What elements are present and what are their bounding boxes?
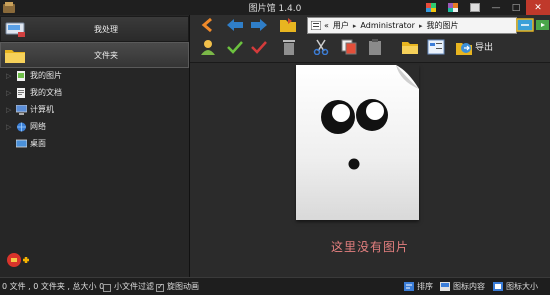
delete-icon[interactable]	[280, 39, 298, 55]
cut-icon[interactable]	[312, 39, 330, 55]
nav-button-processing[interactable]: 我处理	[0, 16, 189, 42]
expand-icon[interactable]: ▷	[6, 72, 16, 80]
sidebar: 我处理 文件夹 ▷ 我的图片 ▷ 我的文档 ▷ 计算机 ▷ 网络 桌面	[0, 15, 190, 277]
tree-item-pictures[interactable]: ▷ 我的图片	[0, 67, 189, 84]
checkbox-box[interactable]	[156, 282, 164, 292]
empty-page-illustration	[296, 65, 419, 220]
address-bar[interactable]: « 用户 ▸ Administrator ▸ 我的图片	[307, 17, 517, 34]
sort-button[interactable]: 排序	[404, 281, 433, 292]
checkbox-label: 旋图动画	[167, 282, 199, 291]
address-separator-icon[interactable]: ▸	[353, 22, 357, 30]
icon-content-button[interactable]: 图标内容	[440, 281, 485, 292]
theme-icon[interactable]	[448, 3, 458, 12]
empty-message: 这里没有图片	[330, 240, 409, 254]
paste-icon[interactable]	[366, 39, 384, 55]
address-prefix: «	[324, 21, 329, 30]
small-file-filter-checkbox[interactable]: 小文件过滤	[103, 281, 154, 292]
properties-icon[interactable]	[427, 39, 445, 55]
export-button[interactable]: 导出	[475, 40, 493, 53]
tree-item-documents[interactable]: ▷ 我的文档	[0, 84, 189, 101]
nav-button-label: 文件夹	[94, 50, 118, 60]
select-invert-icon[interactable]	[250, 39, 268, 55]
sort-label: 排序	[417, 282, 433, 291]
skin-palette-icon[interactable]	[426, 3, 436, 12]
status-bar: 0 文件 , 0 文件夹 , 总大小 0 小文件过滤 旋图动画 排序 图标内容 …	[0, 277, 550, 295]
tree-item-label: 我的图片	[30, 71, 62, 80]
close-button[interactable]: ✕	[526, 0, 550, 15]
add-favorite-icon[interactable]	[5, 251, 29, 269]
title-bar: 图片馆 1.4.0 — □ ✕	[0, 0, 550, 15]
copy-icon[interactable]	[340, 39, 358, 55]
open-folder-icon[interactable]	[279, 17, 297, 33]
arrow-right-icon[interactable]	[250, 17, 268, 33]
icon-content-icon	[440, 282, 450, 291]
rotate-animation-checkbox[interactable]: 旋图动画	[156, 281, 199, 292]
address-separator-icon[interactable]: ▸	[419, 22, 423, 30]
expand-icon[interactable]: ▷	[6, 123, 16, 131]
tree-item-computer[interactable]: ▷ 计算机	[0, 101, 189, 118]
nav-button-folders[interactable]: 文件夹	[0, 42, 189, 68]
file-summary: 0 文件 , 0 文件夹 , 总大小 0	[2, 282, 105, 291]
image-view: 这里没有图片	[190, 63, 550, 277]
tree-item-network[interactable]: ▷ 网络	[0, 118, 189, 135]
icon-content-label: 图标内容	[453, 282, 485, 291]
address-icon	[311, 21, 321, 30]
icon-size-button[interactable]: 图标大小	[493, 281, 538, 292]
tree-item-label: 桌面	[30, 139, 46, 148]
network-icon	[17, 122, 26, 131]
tree-item-desktop[interactable]: 桌面	[0, 135, 189, 152]
refresh-icon[interactable]	[516, 17, 534, 33]
expand-icon[interactable]: ▷	[6, 89, 16, 97]
feedback-icon[interactable]	[470, 3, 480, 12]
address-part[interactable]: Administrator	[360, 21, 415, 30]
arrow-left-icon[interactable]	[226, 17, 244, 33]
icon-size-label: 图标大小	[506, 282, 538, 291]
go-icon[interactable]	[534, 17, 550, 33]
expand-icon[interactable]: ▷	[6, 106, 16, 114]
new-folder-icon[interactable]	[401, 39, 419, 55]
back-icon[interactable]	[199, 17, 217, 33]
export-icon[interactable]	[455, 39, 473, 55]
documents-folder-icon	[17, 87, 25, 98]
address-part[interactable]: 用户	[333, 20, 349, 31]
tree-item-label: 网络	[30, 122, 46, 131]
address-part[interactable]: 我的图片	[426, 20, 458, 31]
minimize-button[interactable]: —	[486, 0, 506, 15]
icon-size-icon	[493, 282, 503, 291]
nav-button-label: 我处理	[94, 24, 118, 34]
pictures-folder-icon	[17, 70, 25, 81]
tree-item-label: 我的文档	[30, 88, 62, 97]
sort-icon	[404, 282, 414, 291]
desktop-icon	[16, 139, 27, 147]
computer-icon	[16, 104, 27, 115]
folder-tree: ▷ 我的图片 ▷ 我的文档 ▷ 计算机 ▷ 网络 桌面	[0, 67, 189, 152]
maximize-button[interactable]: □	[506, 0, 526, 15]
select-all-icon[interactable]	[226, 39, 244, 55]
user-icon[interactable]	[199, 39, 217, 55]
checkbox-box[interactable]	[103, 283, 111, 292]
empty-face-icon	[321, 65, 419, 170]
tree-item-label: 计算机	[30, 105, 54, 114]
checkbox-label: 小文件过滤	[114, 282, 154, 291]
toolbar: « 用户 ▸ Administrator ▸ 我的图片 导出	[190, 15, 550, 63]
